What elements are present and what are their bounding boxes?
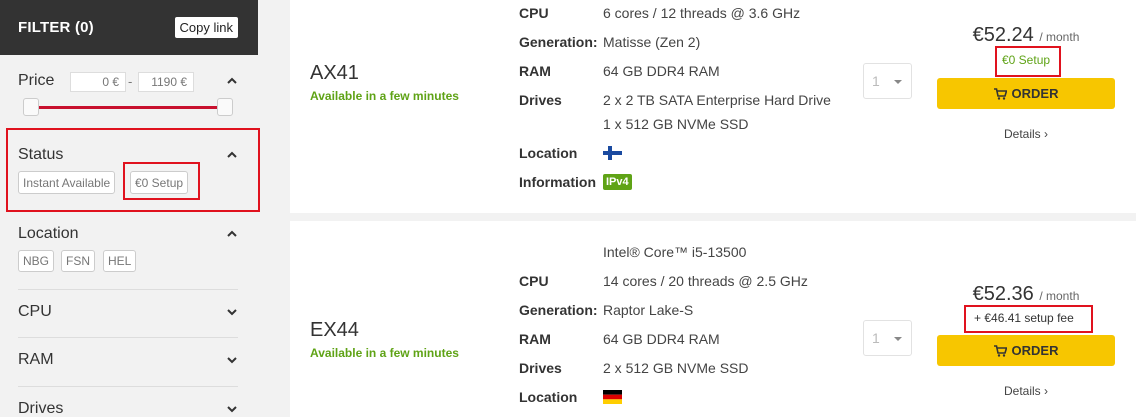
ram-value: 64 GB DDR4 RAM: [603, 331, 720, 347]
drives-label: Drives: [519, 360, 562, 376]
price-value: €52.24: [972, 24, 1034, 46]
price-period: / month: [1039, 30, 1080, 44]
ram-filter-label[interactable]: RAM: [18, 351, 54, 369]
availability-text: Available in a few minutes: [310, 89, 459, 103]
section-divider: [18, 386, 238, 387]
price-label: €52.24 / month: [937, 24, 1115, 47]
chevron-down-icon[interactable]: [226, 305, 238, 317]
generation-value: Raptor Lake-S: [603, 302, 694, 318]
price-filter-label: Price: [18, 72, 55, 89]
zero-setup-highlight-box: [123, 162, 200, 200]
price-slider-min-handle[interactable]: [23, 98, 39, 116]
order-button[interactable]: ORDER: [937, 335, 1115, 366]
cpu-value: 14 cores / 20 threads @ 2.5 GHz: [603, 273, 808, 289]
section-divider: [18, 337, 238, 338]
location-tag-fsn[interactable]: FSN: [61, 250, 95, 272]
quantity-select[interactable]: 1: [863, 320, 912, 356]
cpu-label: CPU: [519, 273, 549, 289]
generation-label: Generation:: [519, 302, 598, 318]
cart-icon: [993, 344, 1007, 357]
drive-value: 2 x 2 TB SATA Enterprise Hard Drive: [603, 92, 831, 108]
location-label: Location: [519, 389, 578, 405]
caret-down-icon: [894, 80, 902, 84]
filter-sidebar: FILTER (0) Copy link Price 0 € - 1190 € …: [0, 0, 260, 417]
order-button[interactable]: ORDER: [937, 78, 1115, 109]
chevron-right-icon: ›: [1044, 127, 1049, 141]
generation-value: Matisse (Zen 2): [603, 34, 701, 50]
chevron-right-icon: ›: [1044, 384, 1049, 398]
price-max-input[interactable]: 1190 €: [138, 72, 194, 92]
filter-title: FILTER (0): [18, 19, 94, 36]
price-value: €52.36: [972, 283, 1034, 305]
price-slider-max-handle[interactable]: [217, 98, 233, 116]
drive-value: 1 x 512 GB NVMe SSD: [603, 116, 749, 132]
chevron-down-icon[interactable]: [226, 402, 238, 414]
copy-link-button[interactable]: Copy link: [174, 17, 238, 38]
quantity-value: 1: [872, 73, 880, 89]
page: FILTER (0) Copy link Price 0 € - 1190 € …: [0, 0, 1136, 417]
chevron-up-icon[interactable]: [226, 148, 238, 160]
order-label: ORDER: [1011, 86, 1059, 101]
filter-header: FILTER (0) Copy link: [0, 0, 258, 55]
server-card-ex44: EX44 Available in a few minutes Intel® C…: [290, 221, 1136, 417]
location-tag-hel[interactable]: HEL: [103, 250, 137, 272]
chevron-up-icon[interactable]: [226, 227, 238, 239]
price-period: / month: [1039, 289, 1080, 303]
setup-highlight-box: [964, 305, 1093, 333]
server-name: EX44: [310, 319, 359, 341]
server-card-ax41: AX41 Available in a few minutes CPU 6 co…: [290, 0, 1136, 213]
caret-down-icon: [894, 337, 902, 341]
setup-highlight-box: [995, 46, 1061, 77]
drive-value: 2 x 512 GB NVMe SSD: [603, 360, 749, 376]
cart-icon: [993, 87, 1007, 100]
ram-label: RAM: [519, 331, 551, 347]
order-label: ORDER: [1011, 343, 1059, 358]
drives-filter-label[interactable]: Drives: [18, 400, 63, 417]
details-label: Details: [1003, 127, 1041, 141]
cpu-filter-label[interactable]: CPU: [18, 303, 52, 321]
information-label: Information: [519, 174, 596, 190]
price-label: €52.36 / month: [937, 283, 1115, 306]
ram-label: RAM: [519, 63, 551, 79]
drives-label: Drives: [519, 92, 562, 108]
details-label: Details: [1003, 384, 1041, 398]
status-filter-label: Status: [18, 146, 64, 163]
generation-label: Generation:: [519, 34, 598, 50]
finland-flag-icon: [603, 146, 622, 160]
price-range-separator: -: [128, 74, 133, 89]
location-tag-nbg[interactable]: NBG: [18, 250, 55, 272]
germany-flag-icon: [603, 390, 622, 404]
status-tag-instant-available[interactable]: Instant Available: [18, 171, 116, 194]
cpu-label: CPU: [519, 5, 549, 21]
server-name: AX41: [310, 62, 359, 84]
price-min-input[interactable]: 0 €: [70, 72, 126, 92]
chevron-up-icon[interactable]: [226, 74, 238, 86]
price-slider-track: [30, 106, 226, 109]
location-filter-label: Location: [18, 225, 79, 242]
processor-value: Intel® Core™ i5-13500: [603, 244, 747, 260]
cpu-value: 6 cores / 12 threads @ 3.6 GHz: [603, 5, 801, 21]
section-divider: [18, 289, 238, 290]
ram-value: 64 GB DDR4 RAM: [603, 63, 720, 79]
details-link[interactable]: Details ›: [937, 127, 1115, 141]
quantity-select[interactable]: 1: [863, 63, 912, 99]
quantity-value: 1: [872, 330, 880, 346]
location-label: Location: [519, 145, 578, 161]
details-link[interactable]: Details ›: [937, 384, 1115, 398]
availability-text: Available in a few minutes: [310, 346, 459, 360]
chevron-down-icon[interactable]: [226, 353, 238, 365]
ipv4-badge: IPv4: [603, 174, 632, 190]
